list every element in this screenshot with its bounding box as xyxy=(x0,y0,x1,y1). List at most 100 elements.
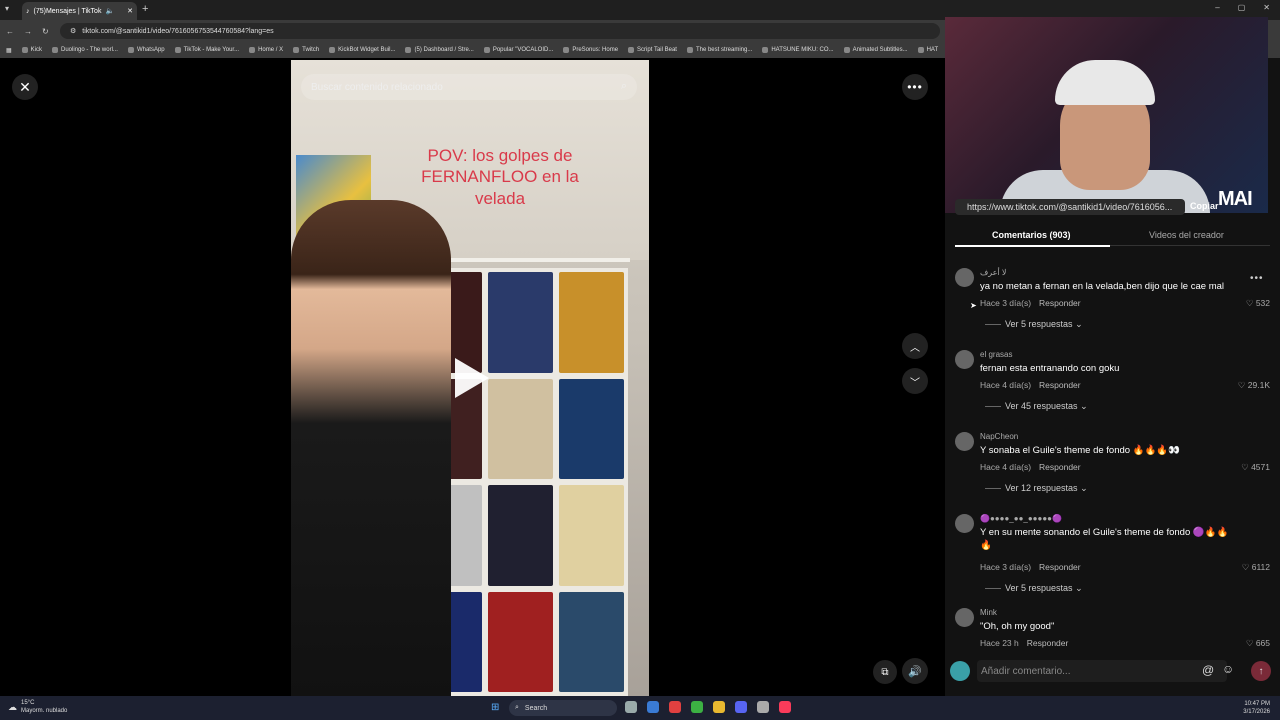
bookmark-item[interactable]: HATSUNE MIKU: CO... xyxy=(762,47,834,53)
like-button[interactable]: ♡ 532 xyxy=(1246,298,1270,309)
back-icon[interactable]: ← xyxy=(6,27,14,36)
reply-button[interactable]: Responder xyxy=(1039,562,1081,572)
apps-icon[interactable]: ▦ xyxy=(6,47,12,54)
address-bar[interactable]: ⚙ tiktok.com/@santikid1/video/7616056753… xyxy=(60,23,940,39)
minimize-button[interactable]: – xyxy=(1215,3,1219,12)
view-replies-button[interactable]: Ver 5 respuestas ⌄ xyxy=(985,319,1083,330)
taskbar-apps xyxy=(625,701,791,713)
like-button[interactable]: ♡ 29.1K xyxy=(1238,380,1270,391)
movie-poster xyxy=(559,378,624,479)
site-info-icon[interactable]: ⚙ xyxy=(70,27,76,35)
clock[interactable]: 10:47 PM 3/17/2026 xyxy=(1243,700,1270,716)
discord-icon[interactable] xyxy=(735,701,747,713)
maximize-button[interactable]: ▢ xyxy=(1238,3,1246,12)
bookmark-item[interactable]: KickBot Widget Buil... xyxy=(329,47,395,53)
avatar[interactable] xyxy=(955,514,974,533)
obs-icon[interactable] xyxy=(669,701,681,713)
copy-link-button[interactable]: Copiar xyxy=(1190,201,1219,211)
bookmark-item[interactable]: Animated Subtitles... xyxy=(843,47,908,53)
task-view-icon[interactable] xyxy=(625,701,637,713)
bookmark-item[interactable]: The best streaming... xyxy=(686,47,752,53)
avatar[interactable] xyxy=(955,350,974,369)
pip-button[interactable]: ⧉ xyxy=(873,660,897,684)
taskbar-search[interactable]: ⌕ Search xyxy=(509,700,617,716)
mention-icon[interactable]: @ xyxy=(1202,663,1214,677)
new-tab-button[interactable]: + xyxy=(142,3,148,15)
comment-username[interactable]: لا أعرف xyxy=(980,268,1007,277)
bookmark-item[interactable]: TikTok - Make Your... xyxy=(174,47,239,53)
bookmark-item[interactable]: HAT xyxy=(917,47,939,53)
music-icon[interactable] xyxy=(779,701,791,713)
comment-username[interactable]: Mink xyxy=(980,608,997,617)
reply-button[interactable]: Responder xyxy=(1039,462,1081,472)
bookmark-label: Twitch xyxy=(302,47,320,53)
avatar[interactable] xyxy=(955,608,974,627)
reload-icon[interactable]: ↻ xyxy=(42,27,49,36)
like-button[interactable]: ♡ 665 xyxy=(1246,638,1270,649)
bookmark-favicon-icon xyxy=(405,47,412,53)
bookmark-item[interactable]: WhatsApp xyxy=(127,47,165,53)
chevron-down-icon: ⌄ xyxy=(1080,483,1088,493)
bookmark-item[interactable]: PreSonus: Home xyxy=(563,47,618,53)
chrome-icon[interactable] xyxy=(691,701,703,713)
view-replies-button[interactable]: Ver 12 respuestas ⌄ xyxy=(985,483,1088,494)
comment-meta: Hace 3 día(s) Responder xyxy=(980,298,1081,308)
tab-close-icon[interactable]: ✕ xyxy=(127,7,133,15)
like-button[interactable]: ♡ 4571 xyxy=(1241,462,1270,473)
tab-comments[interactable]: Comentarios (903) xyxy=(992,230,1071,240)
view-replies-button[interactable]: Ver 45 respuestas ⌄ xyxy=(985,401,1088,412)
bookmark-item[interactable]: (5) Dashboard / Stre... xyxy=(405,47,474,53)
bookmark-item[interactable]: Popular "VOCALOID... xyxy=(483,47,553,53)
video-overlay-text: POV: los golpes de FERNANFLOO en la vela… xyxy=(421,146,579,208)
reply-button[interactable]: Responder xyxy=(1039,380,1081,390)
next-video-button[interactable]: ﹀ xyxy=(902,368,928,394)
tab-list-icon[interactable]: ▾ xyxy=(5,4,9,13)
send-button[interactable]: ↑ xyxy=(1251,661,1271,681)
search-icon[interactable]: ⌕ xyxy=(621,80,627,93)
bookmark-favicon-icon xyxy=(329,47,336,53)
bookmark-item[interactable]: Script Tail Beat xyxy=(628,47,677,53)
avatar[interactable] xyxy=(955,268,974,287)
heart-icon: ♡ xyxy=(1245,298,1256,308)
movie-poster xyxy=(559,272,624,373)
bookmark-label: HAT xyxy=(926,47,939,53)
like-button[interactable]: ♡ 6112 xyxy=(1242,562,1270,573)
close-window-button[interactable]: ✕ xyxy=(1263,3,1270,12)
forward-icon[interactable]: → xyxy=(24,27,32,36)
comment-username[interactable]: 🟣●●●●_●●_●●●●●🟣 xyxy=(980,514,1062,523)
add-comment-input[interactable]: Añadir comentario... xyxy=(977,660,1227,682)
comment-username[interactable]: NapCheon xyxy=(980,432,1018,441)
bookmark-item[interactable]: Home / X xyxy=(249,47,283,53)
avatar[interactable] xyxy=(955,432,974,451)
view-replies-button[interactable]: Ver 5 respuestas ⌄ xyxy=(985,583,1083,594)
comment-username[interactable]: el grasas xyxy=(980,350,1012,359)
play-icon[interactable] xyxy=(455,358,489,398)
edge-icon[interactable] xyxy=(647,701,659,713)
windows-start-icon[interactable]: ⊞ xyxy=(491,702,499,713)
taskbar-search-label: Search xyxy=(524,704,548,712)
bookmark-item[interactable]: Duolingo - The worl... xyxy=(52,47,118,53)
file-explorer-icon[interactable] xyxy=(713,701,725,713)
related-search-input[interactable]: Buscar contenido relacionado ⌕ xyxy=(301,74,637,100)
volume-button[interactable]: 🔊 xyxy=(902,658,928,684)
weather-widget[interactable]: ☁ 15°C Mayorm. nublado xyxy=(8,699,67,715)
comment-meta: Hace 4 día(s) Responder xyxy=(980,462,1081,472)
mute-icon[interactable]: 🔈 xyxy=(105,7,114,15)
emoji-icon[interactable]: ☺ xyxy=(1222,662,1234,676)
like-count: 665 xyxy=(1255,638,1270,648)
browser-tab[interactable]: ♪ (75)Mensajes | TikTok 🔈 ✕ xyxy=(22,2,137,20)
share-url-field[interactable]: https://www.tiktok.com/@santikid1/video/… xyxy=(955,199,1185,215)
tab-creator-videos[interactable]: Videos del creador xyxy=(1149,230,1224,240)
comment-more-icon[interactable]: ••• xyxy=(1250,273,1264,284)
movie-poster xyxy=(559,485,624,586)
settings-icon[interactable] xyxy=(757,701,769,713)
more-options-button[interactable]: ••• xyxy=(902,74,928,100)
reply-button[interactable]: Responder xyxy=(1027,638,1069,648)
close-button[interactable]: ✕ xyxy=(12,74,38,100)
bookmark-item[interactable]: Twitch xyxy=(293,47,319,53)
bookmark-item[interactable]: Kick xyxy=(21,47,42,53)
heart-icon: ♡ xyxy=(1241,562,1252,572)
previous-video-button[interactable]: ︿ xyxy=(902,333,928,359)
reply-button[interactable]: Responder xyxy=(1039,298,1081,308)
movie-poster xyxy=(488,378,553,479)
